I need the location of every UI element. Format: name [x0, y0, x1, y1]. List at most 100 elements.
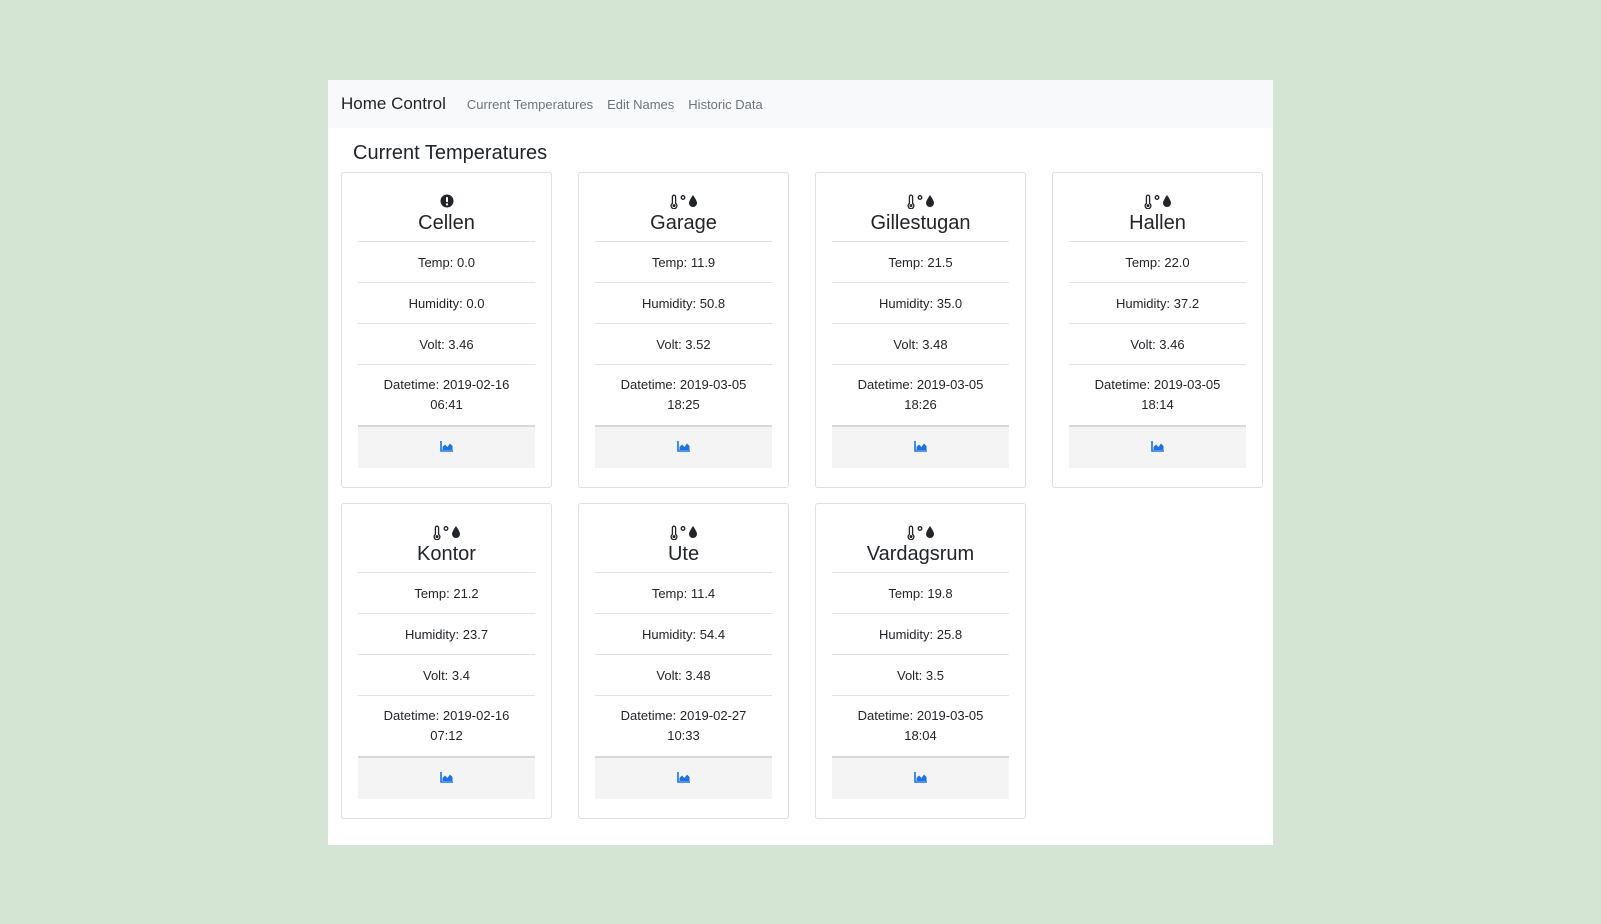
area-chart-icon: [677, 439, 690, 457]
temp-value: Temp: 19.8: [832, 573, 1009, 614]
volt-value: Volt: 3.48: [595, 655, 772, 696]
droplet-icon: [1162, 194, 1172, 208]
datetime-date: Datetime: 2019-03-05: [1094, 377, 1221, 392]
area-chart-icon: [914, 439, 927, 457]
humidity-value: Humidity: 25.8: [832, 614, 1009, 655]
volt-value: Volt: 3.4: [358, 655, 535, 696]
thermometer-icon: [1143, 194, 1152, 209]
card-header: Cellen: [358, 173, 535, 242]
status-icons: [595, 192, 772, 210]
sensor-card-ute: Ute Temp: 11.4 Humidity: 54.4 Volt: 3.48…: [578, 503, 789, 819]
area-chart-icon: [914, 770, 927, 788]
navbar: Home Control Current Temperatures Edit N…: [328, 80, 1273, 128]
humidity-value: Humidity: 0.0: [358, 283, 535, 324]
datetime-date: Datetime: 2019-03-05: [620, 377, 747, 392]
area-chart-icon: [440, 439, 453, 457]
status-icons: [1069, 192, 1246, 210]
droplet-icon: [925, 194, 935, 208]
nav-link-edit-names[interactable]: Edit Names: [607, 97, 674, 112]
humidity-value: Humidity: 35.0: [832, 283, 1009, 324]
thermometer-icon: [906, 525, 915, 540]
sensor-card-garage: Garage Temp: 11.9 Humidity: 50.8 Volt: 3…: [578, 172, 789, 488]
status-icons: [358, 523, 535, 541]
humidity-value: Humidity: 23.7: [358, 614, 535, 655]
sensor-name: Hallen: [1129, 212, 1186, 234]
thermometer-icon: [669, 525, 678, 540]
sensor-card-kontor: Kontor Temp: 21.2 Humidity: 23.7 Volt: 3…: [341, 503, 552, 819]
chart-button[interactable]: [595, 427, 772, 468]
sensor-name: Garage: [650, 212, 717, 234]
droplet-icon: [688, 194, 698, 208]
sensor-card-hallen: Hallen Temp: 22.0 Humidity: 37.2 Volt: 3…: [1052, 172, 1263, 488]
humidity-value: Humidity: 54.4: [595, 614, 772, 655]
degree-icon: [917, 194, 923, 209]
chart-button[interactable]: [358, 427, 535, 468]
area-chart-icon: [677, 770, 690, 788]
droplet-icon: [451, 525, 461, 539]
temp-value: Temp: 11.4: [595, 573, 772, 614]
temp-value: Temp: 0.0: [358, 242, 535, 283]
chart-button[interactable]: [832, 427, 1009, 468]
card-header: Gillestugan: [832, 173, 1009, 242]
datetime-value: Datetime: 2019-03-05 18:04: [832, 696, 1009, 758]
nav-link-historic-data[interactable]: Historic Data: [688, 97, 762, 112]
sensor-name: Ute: [667, 543, 700, 565]
chart-button[interactable]: [358, 758, 535, 799]
exclamation-circle-icon: [440, 194, 454, 208]
sensor-name: Kontor: [417, 543, 476, 565]
thermometer-icon: [906, 194, 915, 209]
datetime-date: Datetime: 2019-02-16: [383, 377, 510, 392]
degree-icon: [1154, 194, 1160, 209]
volt-value: Volt: 3.52: [595, 324, 772, 365]
datetime-value: Datetime: 2019-02-16 06:41: [358, 365, 535, 427]
datetime-value: Datetime: 2019-02-16 07:12: [358, 696, 535, 758]
main-panel: Home Control Current Temperatures Edit N…: [328, 80, 1273, 845]
sensor-name: Cellen: [418, 212, 475, 234]
datetime-value: Datetime: 2019-03-05 18:26: [832, 365, 1009, 427]
sensor-name: Vardagsrum: [866, 543, 975, 565]
volt-value: Volt: 3.48: [832, 324, 1009, 365]
area-chart-icon: [440, 770, 453, 788]
status-icons: [832, 192, 1009, 210]
card-header: Garage: [595, 173, 772, 242]
datetime-date: Datetime: 2019-03-05: [857, 708, 984, 723]
volt-value: Volt: 3.46: [358, 324, 535, 365]
sensor-grid: Cellen Temp: 0.0 Humidity: 0.0 Volt: 3.4…: [341, 172, 1263, 819]
page-title: Current Temperatures: [353, 142, 548, 164]
datetime-date: Datetime: 2019-02-27: [620, 708, 747, 723]
card-header: Kontor: [358, 504, 535, 573]
datetime-date: Datetime: 2019-02-16: [383, 708, 510, 723]
degree-icon: [443, 525, 449, 540]
area-chart-icon: [1151, 439, 1164, 457]
chart-button[interactable]: [832, 758, 1009, 799]
temp-value: Temp: 21.2: [358, 573, 535, 614]
degree-icon: [917, 525, 923, 540]
sensor-card-vardagsrum: Vardagsrum Temp: 19.8 Humidity: 25.8 Vol…: [815, 503, 1026, 819]
chart-button[interactable]: [1069, 427, 1246, 468]
datetime-value: Datetime: 2019-03-05 18:25: [595, 365, 772, 427]
card-header: Ute: [595, 504, 772, 573]
chart-button[interactable]: [595, 758, 772, 799]
temp-value: Temp: 22.0: [1069, 242, 1246, 283]
droplet-icon: [688, 525, 698, 539]
volt-value: Volt: 3.46: [1069, 324, 1246, 365]
degree-icon: [680, 525, 686, 540]
volt-value: Volt: 3.5: [832, 655, 1009, 696]
droplet-icon: [925, 525, 935, 539]
datetime-time: 18:14: [1141, 397, 1174, 412]
sensor-name: Gillestugan: [870, 212, 971, 234]
status-icons: [358, 192, 535, 210]
datetime-time: 18:04: [904, 728, 937, 743]
datetime-time: 18:25: [667, 397, 700, 412]
sensor-card-cellen: Cellen Temp: 0.0 Humidity: 0.0 Volt: 3.4…: [341, 172, 552, 488]
temp-value: Temp: 11.9: [595, 242, 772, 283]
nav-link-current-temperatures[interactable]: Current Temperatures: [467, 97, 593, 112]
thermometer-icon: [669, 194, 678, 209]
status-icons: [832, 523, 1009, 541]
humidity-value: Humidity: 50.8: [595, 283, 772, 324]
degree-icon: [680, 194, 686, 209]
thermometer-icon: [432, 525, 441, 540]
humidity-value: Humidity: 37.2: [1069, 283, 1246, 324]
brand-link[interactable]: Home Control: [341, 94, 446, 114]
status-icons: [595, 523, 772, 541]
